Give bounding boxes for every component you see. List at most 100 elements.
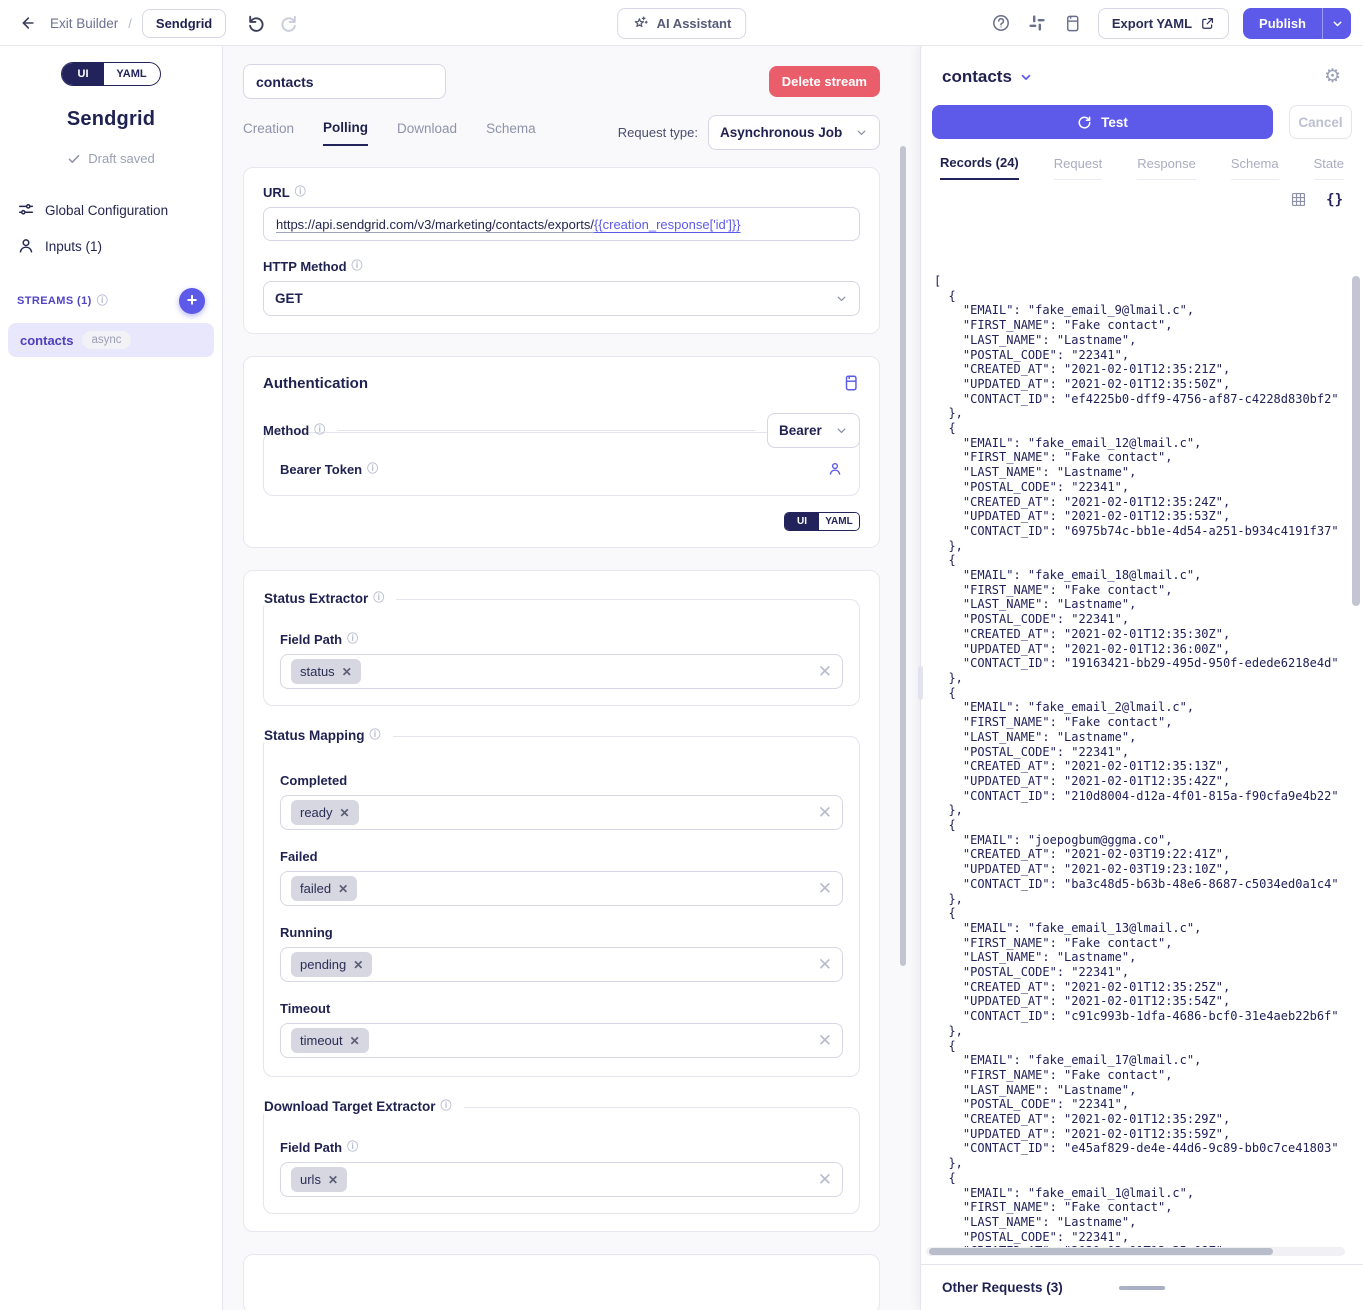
sidebar-item-global-configuration[interactable]: Global Configuration bbox=[0, 192, 222, 228]
connector-title: Sendgrid bbox=[0, 108, 222, 131]
field-path-label: Field Path bbox=[280, 632, 342, 647]
tag-pending: pending ✕ bbox=[291, 952, 372, 977]
status-mapping-timeout-input[interactable]: timeout ✕ ✕ bbox=[280, 1023, 843, 1058]
toggle-yaml-segment[interactable]: YAML bbox=[819, 513, 859, 530]
add-stream-button[interactable]: + bbox=[179, 288, 205, 314]
http-method-select[interactable]: GET bbox=[263, 281, 860, 316]
remove-tag-icon[interactable]: ✕ bbox=[338, 883, 348, 895]
docs-icon[interactable] bbox=[1062, 12, 1084, 34]
user-input-icon[interactable] bbox=[827, 461, 843, 477]
auth-ui-yaml-toggle[interactable]: UI YAML bbox=[784, 512, 860, 531]
drag-handle[interactable] bbox=[1119, 1286, 1165, 1290]
connector-name-chip[interactable]: Sendgrid bbox=[142, 9, 226, 38]
request-type-value: Asynchronous Job bbox=[720, 125, 842, 140]
clear-input-icon[interactable]: ✕ bbox=[818, 1171, 832, 1188]
info-icon: ⓘ bbox=[441, 1101, 452, 1112]
redo-icon[interactable] bbox=[276, 11, 300, 35]
main-scrollbar[interactable] bbox=[900, 106, 906, 1310]
toggle-ui-segment[interactable]: UI bbox=[62, 63, 104, 85]
ai-assistant-button[interactable]: AI Assistant bbox=[617, 8, 747, 39]
toggle-yaml-segment[interactable]: YAML bbox=[104, 63, 159, 85]
ui-yaml-toggle[interactable]: UI YAML bbox=[61, 62, 161, 86]
info-icon: ⓘ bbox=[373, 593, 384, 604]
clear-input-icon[interactable]: ✕ bbox=[818, 1032, 832, 1049]
info-icon: ⓘ bbox=[97, 296, 108, 307]
remove-tag-icon[interactable]: ✕ bbox=[328, 1174, 338, 1186]
builder-sidebar: UI YAML Sendgrid Draft saved Global Conf… bbox=[0, 46, 223, 1310]
export-yaml-button[interactable]: Export YAML bbox=[1098, 8, 1229, 39]
status-extractor-field-path-input[interactable]: status ✕ ✕ bbox=[280, 654, 843, 689]
clear-input-icon[interactable]: ✕ bbox=[818, 663, 832, 680]
tab-records[interactable]: Records (24) bbox=[940, 155, 1019, 180]
info-icon: ⓘ bbox=[367, 464, 378, 475]
records-viewer[interactable]: [ { "EMAIL": "fake_email_9@lmail.c", "FI… bbox=[921, 266, 1363, 1258]
tag-failed: failed✕ bbox=[291, 876, 357, 901]
records-vertical-scrollbar[interactable] bbox=[1352, 274, 1360, 1242]
cancel-button[interactable]: Cancel bbox=[1289, 105, 1352, 139]
info-icon: ⓘ bbox=[352, 261, 363, 272]
back-arrow-icon[interactable] bbox=[14, 10, 40, 36]
publish-button[interactable]: Publish bbox=[1243, 8, 1322, 39]
tag-label: timeout bbox=[300, 1033, 343, 1048]
breadcrumb-separator: / bbox=[128, 16, 132, 31]
remove-tag-icon[interactable]: ✕ bbox=[340, 807, 350, 819]
panel-resize-handle[interactable] bbox=[918, 666, 923, 700]
auth-method-select[interactable]: Bearer bbox=[767, 413, 860, 448]
remove-tag-icon[interactable]: ✕ bbox=[342, 666, 352, 678]
remove-tag-icon[interactable]: ✕ bbox=[353, 959, 363, 971]
other-requests-bar[interactable]: Other Requests (3) bbox=[921, 1264, 1363, 1310]
tag-timeout: timeout ✕ bbox=[291, 1028, 369, 1053]
stream-name-input[interactable] bbox=[243, 64, 446, 99]
sidebar-stream-contacts[interactable]: contacts async bbox=[8, 323, 214, 357]
clear-input-icon[interactable]: ✕ bbox=[818, 956, 832, 973]
undo-icon[interactable] bbox=[244, 11, 268, 35]
tab-polling[interactable]: Polling bbox=[323, 120, 368, 146]
request-type-select[interactable]: Asynchronous Job bbox=[708, 115, 880, 150]
tab-schema[interactable]: Schema bbox=[486, 121, 536, 145]
toggle-ui-segment[interactable]: UI bbox=[785, 513, 819, 530]
tab-request[interactable]: Request bbox=[1054, 156, 1102, 180]
tag-urls: urls ✕ bbox=[291, 1167, 347, 1192]
json-view-icon[interactable]: {} bbox=[1326, 192, 1343, 208]
auth-method-label: Method bbox=[263, 423, 309, 438]
streams-section-label: STREAMS (1) bbox=[17, 295, 92, 307]
tab-response[interactable]: Response bbox=[1137, 156, 1196, 180]
clear-input-icon[interactable]: ✕ bbox=[818, 880, 832, 897]
status-mapping-title: Status Mapping bbox=[264, 728, 365, 743]
help-icon[interactable] bbox=[990, 12, 1012, 34]
status-extractor-title: Status Extractor bbox=[264, 591, 368, 606]
external-link-icon bbox=[1200, 16, 1215, 31]
records-horizontal-scrollbar[interactable] bbox=[926, 1247, 1345, 1256]
publish-dropdown-caret[interactable] bbox=[1322, 8, 1351, 39]
http-method-label: HTTP Method bbox=[263, 259, 347, 274]
remove-tag-icon[interactable]: ✕ bbox=[350, 1035, 360, 1047]
status-mapping-completed-input[interactable]: ready✕ ✕ bbox=[280, 795, 843, 830]
sidebar-item-label: Global Configuration bbox=[45, 203, 168, 218]
status-mapping-failed-input[interactable]: failed✕ ✕ bbox=[280, 871, 843, 906]
auth-method-value: Bearer bbox=[779, 423, 822, 438]
table-view-icon[interactable] bbox=[1290, 191, 1307, 208]
url-input[interactable]: https://api.sendgrid.com/v3/marketing/co… bbox=[263, 207, 860, 241]
sidebar-item-inputs[interactable]: Inputs (1) bbox=[0, 228, 222, 264]
test-stream-selector[interactable]: contacts bbox=[942, 67, 1033, 87]
gear-icon[interactable]: ⚙ bbox=[1324, 65, 1341, 88]
tab-state[interactable]: State bbox=[1314, 156, 1344, 180]
download-target-field-path-input[interactable]: urls ✕ ✕ bbox=[280, 1162, 843, 1197]
slack-icon[interactable] bbox=[1026, 12, 1048, 34]
refresh-icon bbox=[1077, 115, 1092, 130]
delete-stream-button[interactable]: Delete stream bbox=[769, 66, 880, 97]
tag-label: pending bbox=[300, 957, 346, 972]
test-button[interactable]: Test bbox=[932, 105, 1273, 139]
info-icon: ⓘ bbox=[347, 1142, 358, 1153]
clear-input-icon[interactable]: ✕ bbox=[818, 804, 832, 821]
info-icon: ⓘ bbox=[295, 187, 306, 198]
tab-download[interactable]: Download bbox=[397, 121, 457, 145]
breadcrumb-exit-builder[interactable]: Exit Builder bbox=[50, 16, 118, 31]
request-type-label: Request type: bbox=[618, 125, 698, 140]
documentation-icon[interactable] bbox=[842, 374, 860, 392]
status-mapping-running-input[interactable]: pending ✕ ✕ bbox=[280, 947, 843, 982]
tag-label: status bbox=[300, 664, 335, 679]
tab-schema[interactable]: Schema bbox=[1231, 156, 1279, 180]
tab-creation[interactable]: Creation bbox=[243, 121, 294, 145]
draft-status: Draft saved bbox=[88, 151, 154, 166]
